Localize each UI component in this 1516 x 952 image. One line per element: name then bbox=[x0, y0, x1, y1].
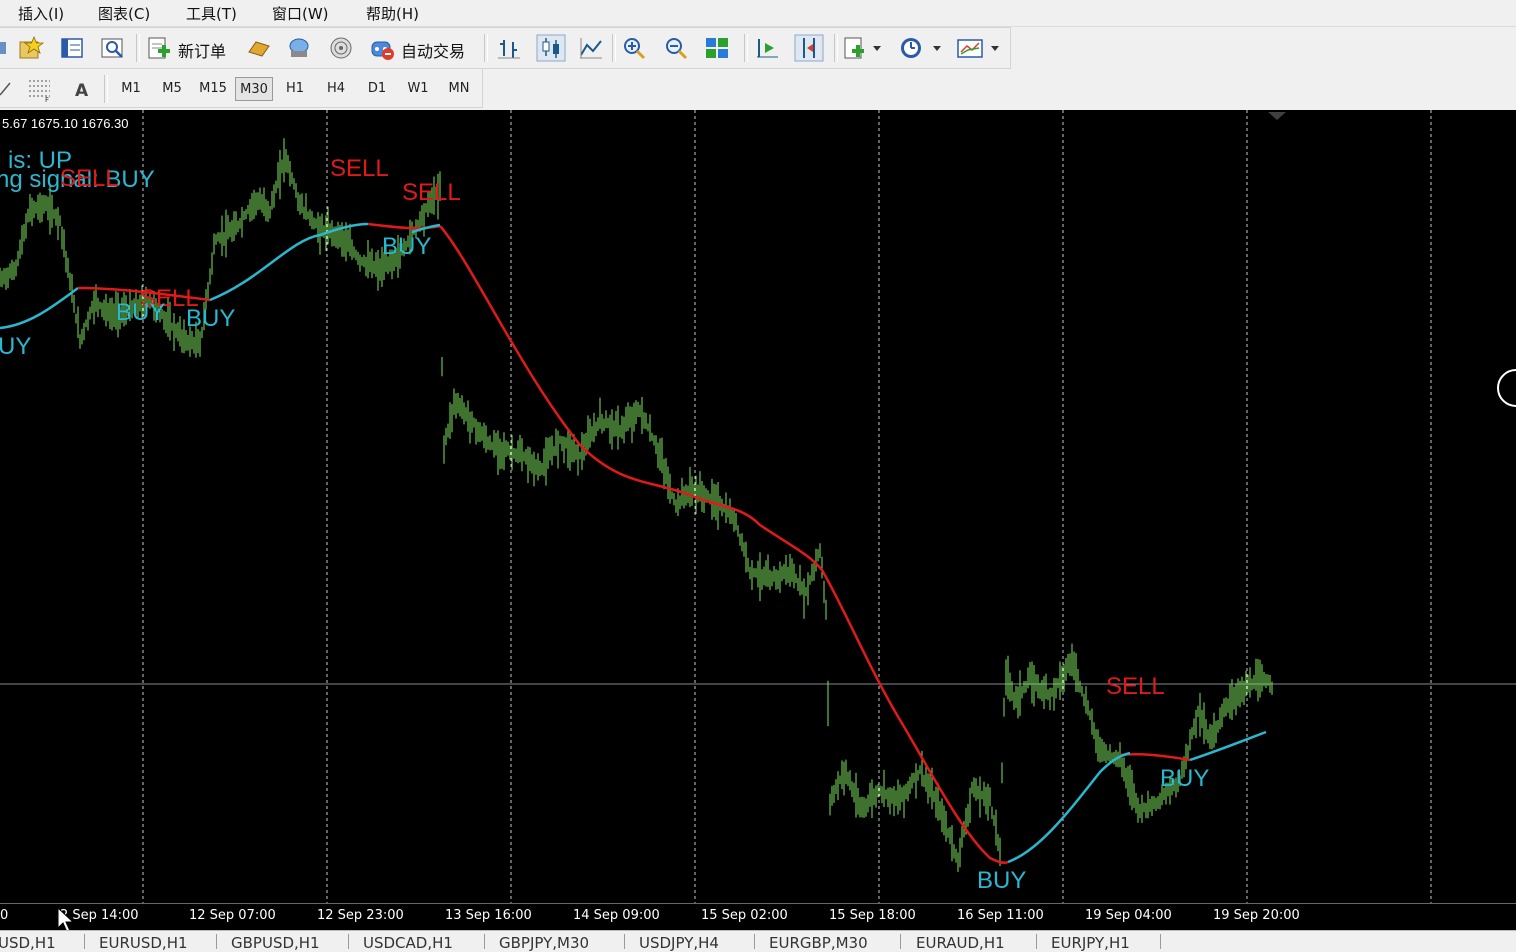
ohlc-readout: 5.67 1675.10 1676.30 bbox=[2, 116, 129, 131]
ma-line-down bbox=[439, 225, 1191, 865]
navigator-icon[interactable] bbox=[60, 36, 84, 60]
tab-separator bbox=[84, 934, 85, 949]
toolbar-separator bbox=[612, 34, 616, 62]
tab-usd-h1[interactable]: USD,H1 bbox=[0, 934, 56, 952]
new-order-button[interactable]: 新订单 bbox=[178, 38, 226, 62]
menu-charts[interactable]: 图表(C) bbox=[98, 3, 150, 24]
tab-separator bbox=[348, 934, 349, 949]
menu-help[interactable]: 帮助(H) bbox=[366, 3, 419, 24]
zoom-out-icon[interactable] bbox=[664, 36, 690, 60]
toolbar-separator bbox=[104, 75, 108, 103]
period-h1[interactable]: H1 bbox=[276, 77, 314, 101]
time-label: 16 Sep 11:00 bbox=[957, 908, 1044, 923]
buy-signal: BUY bbox=[116, 299, 165, 326]
chart-canvas[interactable]: 5.67 1675.10 1676.30 is: UP ng signal: B… bbox=[0, 110, 1516, 903]
tab-separator bbox=[754, 934, 755, 949]
period-h4[interactable]: H4 bbox=[317, 77, 355, 101]
data-window-icon[interactable] bbox=[100, 36, 126, 60]
line-tool-icon[interactable] bbox=[0, 77, 14, 99]
period-m1[interactable]: M1 bbox=[112, 77, 150, 101]
time-label: 14 Sep 09:00 bbox=[573, 908, 660, 923]
sell-signal: SELL bbox=[330, 155, 389, 182]
chart-shift-marker[interactable] bbox=[1268, 112, 1286, 120]
new-order-icon[interactable] bbox=[146, 36, 174, 60]
line-chart-icon[interactable] bbox=[578, 36, 604, 60]
period-m30[interactable]: M30 bbox=[235, 77, 273, 101]
menu-bar: 插入(I) 图表(C) 工具(T) 窗口(W) 帮助(H) bbox=[0, 0, 1516, 27]
time-label: 15 Sep 02:00 bbox=[701, 908, 788, 923]
chart-tabs: USD,H1 EURUSD,H1 GBPUSD,H1 USDCAD,H1 GBP… bbox=[0, 930, 1516, 952]
tile-windows-icon[interactable] bbox=[704, 36, 730, 60]
time-label: 19 Sep 04:00 bbox=[1085, 908, 1172, 923]
svg-text:F: F bbox=[45, 96, 49, 103]
scroll-handle[interactable] bbox=[1497, 369, 1516, 407]
sell-signal: SELL bbox=[402, 179, 461, 206]
signals-icon[interactable] bbox=[286, 36, 312, 60]
zoom-in-icon[interactable] bbox=[622, 36, 648, 60]
templates-icon[interactable] bbox=[956, 36, 1006, 60]
tab-gbpjpy-m30[interactable]: GBPJPY,M30 bbox=[499, 934, 589, 952]
buy-signal: UY bbox=[0, 333, 31, 360]
ma-line-up bbox=[1007, 730, 1267, 864]
period-m5[interactable]: M5 bbox=[153, 77, 191, 101]
buy-signal: BUY bbox=[382, 233, 431, 260]
time-label: 15 Sep 18:00 bbox=[829, 908, 916, 923]
market-icon[interactable] bbox=[328, 36, 354, 60]
toolbar-separator bbox=[484, 34, 488, 62]
tab-eurgbp-m30[interactable]: EURGBP,M30 bbox=[769, 934, 868, 952]
period-d1[interactable]: D1 bbox=[358, 77, 396, 101]
autoscroll-icon[interactable] bbox=[754, 36, 780, 60]
sell-signal: SELL bbox=[60, 165, 119, 192]
tab-separator bbox=[1160, 934, 1161, 949]
periods-toolbar: F A M1 M5 M15 M30 H1 H4 D1 W1 MN bbox=[0, 68, 483, 108]
time-label: 0 bbox=[0, 908, 9, 923]
menu-tools[interactable]: 工具(T) bbox=[186, 3, 237, 24]
auto-trading-icon[interactable] bbox=[368, 36, 396, 60]
buy-signal: BUY bbox=[977, 867, 1026, 894]
time-label: 13 Sep 16:00 bbox=[445, 908, 532, 923]
tab-separator bbox=[900, 934, 901, 949]
tab-usdjpy-h4[interactable]: USDJPY,H4 bbox=[639, 934, 719, 952]
tab-usdcad-h1[interactable]: USDCAD,H1 bbox=[363, 934, 453, 952]
tab-eurusd-h1[interactable]: EURUSD,H1 bbox=[99, 934, 188, 952]
tab-eurjpy-h1[interactable]: EURJPY,H1 bbox=[1051, 934, 1130, 952]
candlestick-icon[interactable] bbox=[536, 34, 566, 62]
auto-trading-button[interactable]: 自动交易 bbox=[401, 38, 465, 62]
price-chart[interactable]: 5.67 1675.10 1676.30 is: UP ng signal: B… bbox=[0, 110, 1516, 903]
partial-icon[interactable] bbox=[0, 38, 8, 58]
tab-separator bbox=[1036, 934, 1037, 949]
period-mn[interactable]: MN bbox=[440, 77, 478, 101]
svg-text:A: A bbox=[75, 81, 89, 101]
buy-signal: BUY bbox=[1160, 765, 1209, 792]
standard-toolbar: 新订单 自动交易 bbox=[0, 27, 1011, 69]
tab-euraud-h1[interactable]: EURAUD,H1 bbox=[916, 934, 1005, 952]
period-w1[interactable]: W1 bbox=[399, 77, 437, 101]
buy-signal: BUY bbox=[186, 305, 235, 332]
time-axis: 0 2 Sep 14:00 12 Sep 07:00 12 Sep 23:00 … bbox=[0, 903, 1516, 931]
chart-shift-icon[interactable] bbox=[794, 34, 824, 62]
price-candles bbox=[0, 138, 1273, 872]
time-label: 19 Sep 20:00 bbox=[1213, 908, 1300, 923]
tab-separator bbox=[484, 934, 485, 949]
period-m15[interactable]: M15 bbox=[194, 77, 232, 101]
sell-signal: SELL bbox=[1106, 673, 1165, 700]
time-label: 12 Sep 07:00 bbox=[189, 908, 276, 923]
tab-separator bbox=[216, 934, 217, 949]
periods-clock-icon[interactable] bbox=[898, 36, 944, 60]
toolbar-separator bbox=[744, 34, 748, 62]
bar-chart-icon[interactable] bbox=[496, 36, 522, 60]
toolbar-separator bbox=[136, 34, 140, 62]
tab-gbpusd-h1[interactable]: GBPUSD,H1 bbox=[231, 934, 320, 952]
menu-window[interactable]: 窗口(W) bbox=[272, 3, 329, 24]
toolbar-separator bbox=[834, 34, 838, 62]
text-tool-icon[interactable]: A bbox=[72, 77, 92, 101]
time-label: 12 Sep 23:00 bbox=[317, 908, 404, 923]
ma-line-up bbox=[0, 286, 79, 330]
menu-insert[interactable]: 插入(I) bbox=[18, 3, 64, 24]
indicators-icon[interactable] bbox=[842, 36, 882, 60]
favorites-icon[interactable] bbox=[18, 36, 44, 60]
tab-separator bbox=[624, 934, 625, 949]
gold-bar-icon[interactable] bbox=[246, 36, 272, 60]
fibonacci-icon[interactable]: F bbox=[26, 75, 54, 103]
